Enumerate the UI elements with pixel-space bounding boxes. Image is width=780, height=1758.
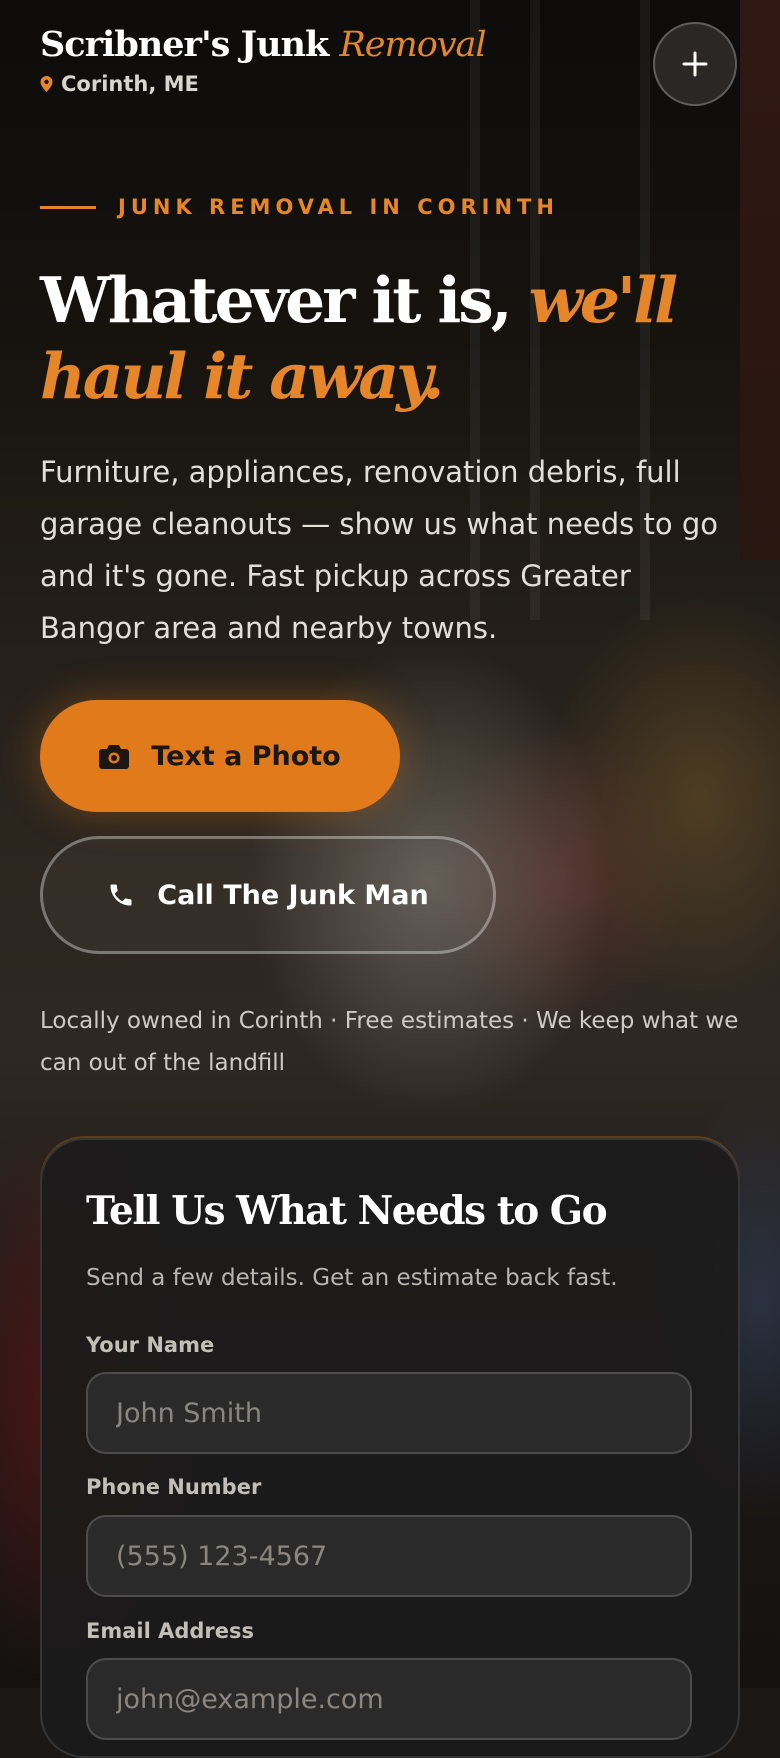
map-pin-icon (40, 76, 53, 92)
name-input[interactable] (86, 1372, 692, 1454)
headline-plain: Whatever it is, (40, 263, 529, 337)
camera-icon (99, 745, 130, 769)
email-label: Email Address (86, 1619, 255, 1643)
phone-input[interactable] (86, 1515, 692, 1597)
site-header: Scribner's Junk Removal Corinth, ME (40, 22, 487, 96)
email-input[interactable] (86, 1658, 692, 1740)
call-button[interactable]: Call The Junk Man (40, 836, 496, 954)
form-subtitle: Send a few details. Get an estimate back… (86, 1265, 618, 1291)
form-title: Tell Us What Needs to Go (86, 1188, 608, 1234)
brand-name-accent: Removal (339, 25, 486, 65)
plus-icon (682, 51, 708, 77)
eyebrow-text: JUNK REMOVAL IN CORINTH (118, 195, 559, 219)
trust-line: Locally owned in Corinth · Free estimate… (40, 1008, 739, 1076)
hero-headline: Whatever it is, we'll haul it away. (40, 262, 730, 414)
phone-icon (110, 884, 132, 906)
phone-label: Phone Number (86, 1475, 262, 1499)
hero-description: Furniture, appliances, renovation debris… (40, 455, 718, 645)
brand-name: Scribner's Junk (40, 24, 340, 65)
location: Corinth, ME (40, 72, 486, 96)
eyebrow: JUNK REMOVAL IN CORINTH (40, 195, 559, 219)
text-photo-button[interactable]: Text a Photo (40, 700, 400, 812)
eyebrow-rule (40, 205, 96, 209)
menu-toggle-button[interactable] (653, 22, 737, 106)
location-text: Corinth, ME (61, 72, 199, 96)
call-label: Call The Junk Man (157, 879, 429, 911)
estimate-form-card: Tell Us What Needs to Go Send a few deta… (40, 1138, 740, 1758)
name-label: Your Name (86, 1333, 215, 1357)
text-photo-label: Text a Photo (151, 740, 341, 772)
brand-logo[interactable]: Scribner's Junk Removal (40, 22, 487, 68)
